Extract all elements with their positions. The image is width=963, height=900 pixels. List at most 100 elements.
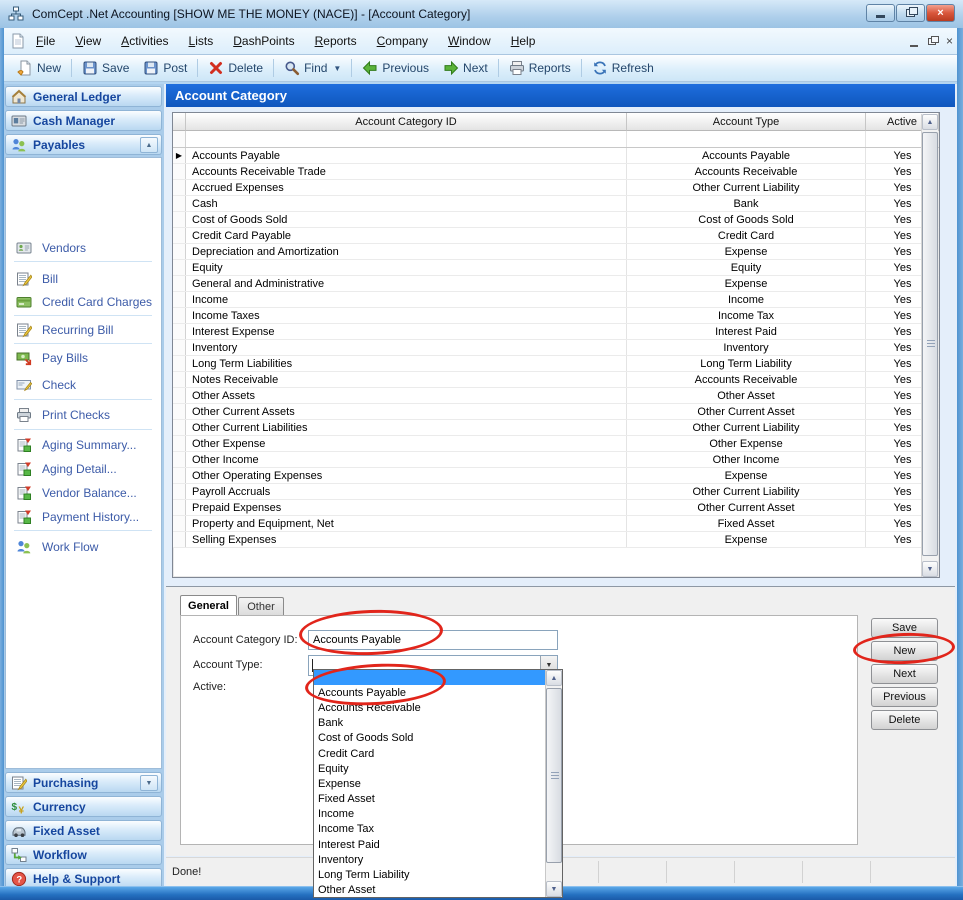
dropdown-item[interactable]: Interest Paid bbox=[314, 837, 545, 852]
row-selector-cell[interactable] bbox=[173, 420, 186, 435]
menu-view[interactable]: View bbox=[65, 30, 111, 52]
table-row[interactable]: Prepaid Expenses Other Current Asset Yes bbox=[173, 500, 939, 516]
column-header-account-type[interactable]: Account Type bbox=[627, 113, 866, 131]
sidebar-item-aging-detail[interactable]: Aging Detail... bbox=[16, 461, 117, 477]
tab-general[interactable]: General bbox=[180, 595, 237, 615]
table-row[interactable]: Interest Expense Interest Paid Yes bbox=[173, 324, 939, 340]
row-selector-cell[interactable] bbox=[173, 260, 186, 275]
toolbar-previous-button[interactable]: Previous bbox=[355, 58, 436, 78]
table-row[interactable]: Property and Equipment, Net Fixed Asset … bbox=[173, 516, 939, 532]
row-selector-cell[interactable] bbox=[173, 308, 186, 323]
toolbar-new-button[interactable]: New bbox=[10, 58, 68, 78]
sidebar-item-bill[interactable]: Bill bbox=[16, 271, 58, 287]
row-selector-cell[interactable] bbox=[173, 372, 186, 387]
row-selector-cell[interactable] bbox=[173, 244, 186, 259]
toolbar-next-button[interactable]: Next bbox=[436, 58, 495, 78]
row-selector-cell[interactable] bbox=[173, 356, 186, 371]
sidebar-group-workflow[interactable]: Workflow bbox=[5, 844, 162, 865]
sidebar-item-pay-bills[interactable]: Pay Bills bbox=[16, 350, 88, 366]
menu-activities[interactable]: Activities bbox=[111, 30, 178, 52]
toolbar-delete-button[interactable]: Delete bbox=[201, 58, 270, 78]
dropdown-item[interactable]: Income Tax bbox=[314, 822, 545, 837]
table-row[interactable]: Other Operating Expenses Expense Yes bbox=[173, 468, 939, 484]
menu-file[interactable]: File bbox=[26, 30, 65, 52]
row-selector-cell[interactable] bbox=[173, 340, 186, 355]
row-selector-cell[interactable] bbox=[173, 292, 186, 307]
menu-dashpoints[interactable]: DashPoints bbox=[223, 30, 304, 52]
row-selector-cell[interactable] bbox=[173, 436, 186, 451]
sidebar-item-work-flow[interactable]: Work Flow bbox=[16, 539, 98, 555]
row-selector-cell[interactable] bbox=[173, 196, 186, 211]
table-row[interactable]: Other Assets Other Asset Yes bbox=[173, 388, 939, 404]
mdi-minimize-button[interactable] bbox=[910, 45, 918, 47]
table-row[interactable]: Other Income Other Income Yes bbox=[173, 452, 939, 468]
scroll-up-button[interactable]: ▲ bbox=[546, 670, 562, 686]
table-row[interactable]: Accounts Receivable Trade Accounts Recei… bbox=[173, 164, 939, 180]
find-dropdown-caret-icon[interactable]: ▼ bbox=[333, 64, 341, 73]
row-selector-cell[interactable] bbox=[173, 516, 186, 531]
table-row[interactable]: Other Current Liabilities Other Current … bbox=[173, 420, 939, 436]
dropdown-item[interactable] bbox=[314, 670, 545, 685]
row-selector-cell[interactable] bbox=[173, 452, 186, 467]
scroll-up-button[interactable]: ▲ bbox=[922, 114, 938, 130]
row-selector-cell[interactable] bbox=[173, 324, 186, 339]
account-category-id-input[interactable]: Accounts Payable bbox=[308, 630, 558, 650]
new-button[interactable]: New bbox=[871, 641, 938, 661]
row-selector-cell[interactable] bbox=[173, 148, 186, 163]
scrollbar-thumb[interactable] bbox=[922, 132, 938, 556]
scroll-down-button[interactable]: ▼ bbox=[922, 561, 938, 577]
listbox-scrollbar[interactable]: ▲ ▼ bbox=[545, 670, 562, 897]
table-row[interactable]: General and Administrative Expense Yes bbox=[173, 276, 939, 292]
table-row[interactable]: Income Income Yes bbox=[173, 292, 939, 308]
table-row[interactable]: Credit Card Payable Credit Card Yes bbox=[173, 228, 939, 244]
grid-vertical-scrollbar[interactable]: ▲ ▼ bbox=[921, 114, 938, 577]
sidebar-group-cash-manager[interactable]: Cash Manager bbox=[5, 110, 162, 131]
table-row[interactable]: Income Taxes Income Tax Yes bbox=[173, 308, 939, 324]
dropdown-item[interactable]: Income bbox=[314, 807, 545, 822]
row-selector-cell[interactable] bbox=[173, 228, 186, 243]
sidebar-item-recurring-bill[interactable]: Recurring Bill bbox=[16, 322, 113, 338]
row-selector-cell[interactable] bbox=[173, 388, 186, 403]
toolbar-save-button[interactable]: Save bbox=[75, 58, 136, 78]
column-header-account-category-id[interactable]: Account Category ID bbox=[186, 113, 627, 131]
grid-new-row[interactable] bbox=[173, 131, 939, 148]
dropdown-item[interactable]: Bank bbox=[314, 716, 545, 731]
scrollbar-thumb[interactable] bbox=[546, 688, 562, 863]
toolbar-reports-button[interactable]: Reports bbox=[502, 58, 578, 78]
expand-group-button[interactable]: ▼ bbox=[140, 775, 158, 791]
mdi-close-button[interactable]: × bbox=[946, 34, 953, 48]
dropdown-item[interactable]: Cost of Goods Sold bbox=[314, 731, 545, 746]
toolbar-find-button[interactable]: Find ▼ bbox=[277, 58, 348, 78]
menu-help[interactable]: Help bbox=[501, 30, 546, 52]
table-row[interactable]: Cost of Goods Sold Cost of Goods Sold Ye… bbox=[173, 212, 939, 228]
dropdown-item[interactable]: Accounts Receivable bbox=[314, 700, 545, 715]
close-button[interactable]: × bbox=[926, 4, 955, 22]
row-selector-cell[interactable] bbox=[173, 404, 186, 419]
sidebar-group-currency[interactable]: $¥ Currency bbox=[5, 796, 162, 817]
table-row[interactable]: Notes Receivable Accounts Receivable Yes bbox=[173, 372, 939, 388]
table-row[interactable]: Accrued Expenses Other Current Liability… bbox=[173, 180, 939, 196]
row-selector-cell[interactable] bbox=[173, 500, 186, 515]
table-row[interactable]: Other Current Assets Other Current Asset… bbox=[173, 404, 939, 420]
table-row[interactable]: Depreciation and Amortization Expense Ye… bbox=[173, 244, 939, 260]
sidebar-group-payables[interactable]: Payables ▲ bbox=[5, 134, 162, 155]
table-row[interactable]: Selling Expenses Expense Yes bbox=[173, 532, 939, 548]
row-selector-cell[interactable] bbox=[173, 484, 186, 499]
menu-window[interactable]: Window bbox=[438, 30, 501, 52]
sidebar-item-credit-card-charges[interactable]: Credit Card Charges bbox=[16, 294, 152, 310]
sidebar-group-fixed-asset[interactable]: Fixed Asset bbox=[5, 820, 162, 841]
sidebar-item-vendors[interactable]: Vendors bbox=[16, 240, 86, 256]
dropdown-item[interactable]: Other Asset bbox=[314, 883, 545, 898]
row-selector-cell[interactable] bbox=[173, 164, 186, 179]
sidebar-item-aging-summary[interactable]: Aging Summary... bbox=[16, 437, 136, 453]
dropdown-item[interactable]: Equity bbox=[314, 761, 545, 776]
tab-other[interactable]: Other bbox=[238, 597, 284, 615]
table-row[interactable]: Long Term Liabilities Long Term Liabilit… bbox=[173, 356, 939, 372]
table-row[interactable]: Accounts Payable Accounts Payable Yes bbox=[173, 148, 939, 164]
toolbar-post-button[interactable]: Post bbox=[136, 58, 194, 78]
collapse-group-button[interactable]: ▲ bbox=[140, 137, 158, 153]
row-selector-cell[interactable] bbox=[173, 212, 186, 227]
sidebar-item-check[interactable]: Check bbox=[16, 377, 76, 393]
table-row[interactable]: Other Expense Other Expense Yes bbox=[173, 436, 939, 452]
table-row[interactable]: Inventory Inventory Yes bbox=[173, 340, 939, 356]
